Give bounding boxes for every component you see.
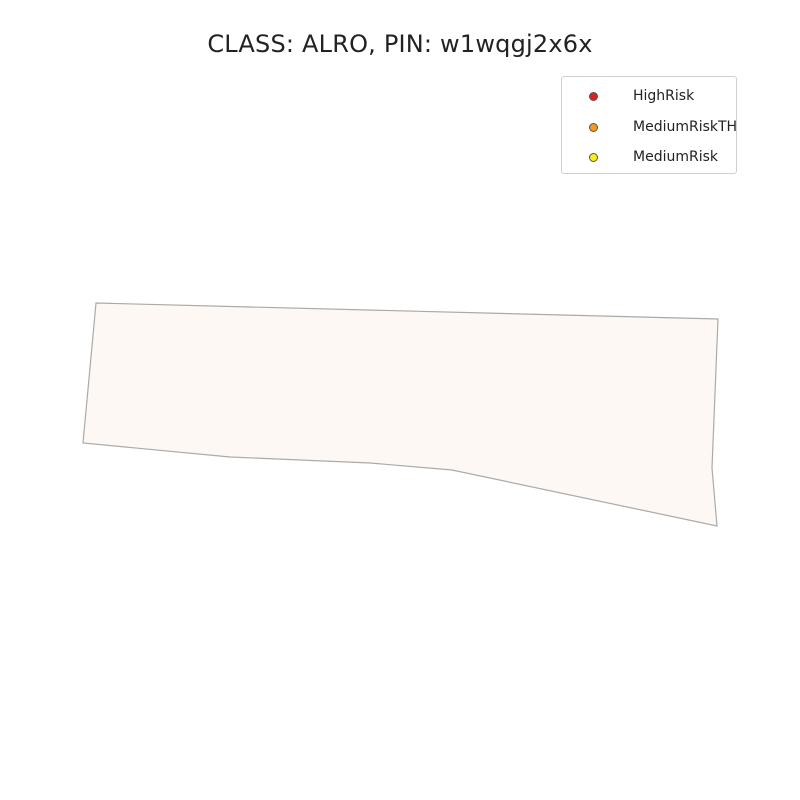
parcel-polygon[interactable] — [82, 302, 719, 527]
legend-label-highrisk: HighRisk — [633, 88, 695, 104]
mediumriskth-marker-icon — [589, 122, 598, 132]
mediumrisk-marker-icon — [589, 152, 598, 162]
legend-label-mediumriskth: MediumRiskTH — [633, 119, 738, 135]
legend: HighRisk MediumRiskTH MediumRisk — [561, 76, 737, 174]
legend-label-mediumrisk: MediumRisk — [633, 149, 718, 165]
highrisk-marker-icon — [589, 91, 598, 101]
